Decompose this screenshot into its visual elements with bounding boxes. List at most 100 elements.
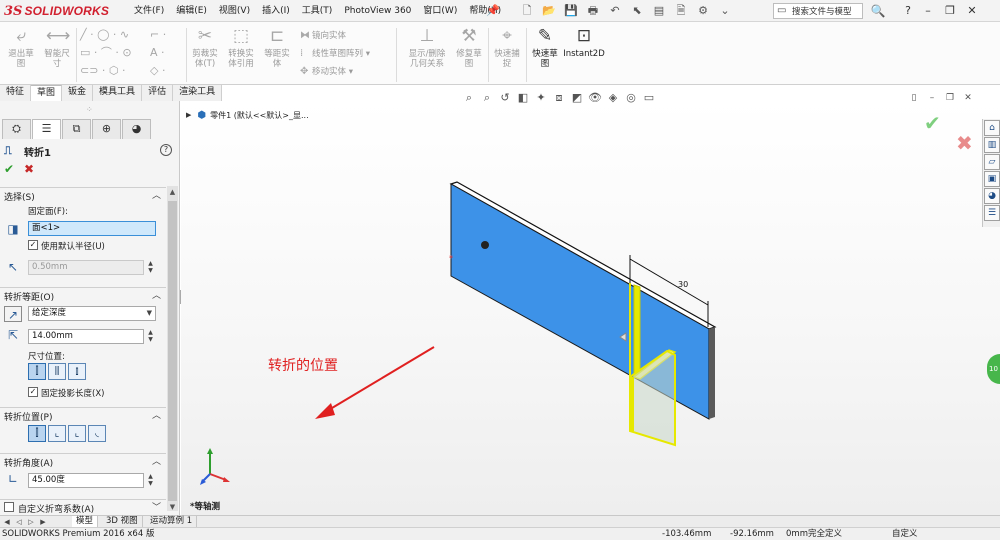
bend-outside-icon[interactable]: ◟: [88, 425, 106, 442]
zoom-to-area-icon[interactable]: ⌕: [478, 90, 496, 106]
menu-window[interactable]: 窗口(W): [417, 0, 463, 22]
search-box[interactable]: ▭ 搜索文件与模型: [773, 3, 863, 19]
offset-entities-button[interactable]: ⊏ 等距实 体: [260, 25, 294, 83]
section-jog-angle[interactable]: 转折角度(A) ︿: [0, 453, 166, 469]
menu-tools[interactable]: 工具(T): [296, 0, 339, 22]
previous-view-icon[interactable]: ↺: [496, 90, 514, 106]
dynamic-annotation-icon[interactable]: ✦: [532, 90, 550, 106]
scrollbar-thumb[interactable]: [168, 201, 177, 501]
pin-icon[interactable]: 📌: [486, 4, 500, 18]
custom-properties-icon[interactable]: ☰: [984, 205, 1000, 221]
chevron-up-icon[interactable]: ︿: [152, 188, 161, 201]
section-view-icon[interactable]: ◧: [514, 90, 532, 106]
viewport-close-icon[interactable]: ✕: [959, 92, 977, 104]
chevron-down-icon[interactable]: ﹀: [152, 500, 161, 513]
zoom-to-fit-icon[interactable]: ⌕: [460, 90, 478, 106]
chevron-up-icon[interactable]: ︿: [152, 288, 161, 301]
confirm-corner-cancel-icon[interactable]: ✖: [956, 131, 973, 155]
undo-icon[interactable]: ↶: [604, 3, 626, 19]
help-icon[interactable]: ?: [898, 3, 918, 19]
custom-bend-allowance-checkbox[interactable]: [4, 502, 14, 512]
reverse-direction-icon[interactable]: ↗: [4, 306, 22, 322]
convert-entities-button[interactable]: ⬚ 转换实 体引用: [224, 25, 258, 83]
menu-edit[interactable]: 编辑(E): [170, 0, 213, 22]
expand-arrow-icon[interactable]: ▶: [186, 111, 191, 119]
section-jog-offset[interactable]: 转折等距(O) ︿: [0, 287, 166, 303]
open-file-icon[interactable]: 📂: [538, 3, 560, 19]
instant2d-button[interactable]: ⊡ Instant2D: [562, 25, 606, 83]
options-gear-icon[interactable]: ⚙: [692, 3, 714, 19]
text-icon[interactable]: A ·: [150, 44, 186, 62]
configuration-manager-tab-icon[interactable]: ⧉: [62, 119, 91, 139]
model-canvas[interactable]: * 30: [181, 101, 1000, 515]
rectangle-icon[interactable]: ▭ · ⌒ · ⊙: [80, 44, 136, 62]
repair-sketch-button[interactable]: ⚒ 修复草 图: [452, 25, 486, 83]
jog-angle-field[interactable]: 45.00度: [28, 473, 144, 488]
section-jog-position[interactable]: 转折位置(P) ︿: [0, 407, 166, 423]
cancel-button[interactable]: ✖: [24, 162, 34, 176]
menu-file[interactable]: 文件(F): [128, 0, 170, 22]
apply-scene-icon[interactable]: ◎: [622, 90, 640, 106]
home-icon[interactable]: ⌂: [984, 120, 1000, 136]
viewport-split-icon[interactable]: ▯: [905, 92, 923, 104]
trim-entities-button[interactable]: ✂ 剪裁实 体(T): [188, 25, 222, 83]
radius-stepper[interactable]: ▲ ▼: [146, 260, 155, 275]
appearances-icon[interactable]: ◕: [984, 188, 1000, 204]
overall-dimension-icon[interactable]: ⫾: [68, 363, 86, 380]
display-style-icon[interactable]: ◩: [568, 90, 586, 106]
chevron-up-icon[interactable]: ︿: [152, 408, 161, 421]
material-outside-icon[interactable]: ⌞: [68, 425, 86, 442]
tab-sketch[interactable]: 草图: [31, 85, 63, 101]
restore-button[interactable]: ❐: [940, 2, 960, 20]
help-icon[interactable]: ?: [160, 144, 172, 156]
chevron-up-icon[interactable]: ︿: [152, 454, 161, 467]
ok-button[interactable]: ✔: [4, 162, 14, 176]
scroll-up-arrow-icon[interactable]: ▲: [167, 186, 178, 198]
line-icon[interactable]: ╱ · ◯ · ∿: [80, 26, 136, 44]
menu-insert[interactable]: 插入(I): [256, 0, 296, 22]
hide-show-icon[interactable]: 👁: [586, 90, 604, 106]
flyout-feature-tree[interactable]: ▶ ⬢ 零件1 (默认<<默认>_显...: [186, 109, 309, 121]
offset-distance-stepper[interactable]: ▲ ▼: [146, 329, 155, 344]
feature-manager-tab-icon[interactable]: ⛭: [2, 119, 31, 139]
close-button[interactable]: ✕: [962, 2, 982, 20]
dimension-value[interactable]: 30: [678, 280, 688, 289]
edit-appearance-icon[interactable]: ◈: [604, 90, 622, 106]
mirror-entities-button[interactable]: ⧓ 镜向实体: [300, 27, 390, 45]
minimize-button[interactable]: –: [918, 2, 938, 20]
move-entities-button[interactable]: ✥ 移动实体 ▾: [300, 63, 390, 81]
tab-features[interactable]: 特征: [0, 85, 32, 101]
fix-projected-length-checkbox[interactable]: ✓: [28, 387, 38, 397]
design-library-icon[interactable]: ▥: [984, 137, 1000, 153]
tab-sheet-metal[interactable]: 钣金: [62, 85, 94, 101]
outside-offset-icon[interactable]: ⫿: [28, 363, 46, 380]
tab-evaluate[interactable]: 评估: [142, 85, 174, 101]
section-selection[interactable]: 选择(S) ︿: [0, 187, 166, 203]
view-palette-icon[interactable]: ▣: [984, 171, 1000, 187]
print-icon[interactable]: 🖶: [582, 3, 604, 19]
search-icon[interactable]: 🔍: [866, 3, 890, 19]
panel-scrollbar[interactable]: [167, 186, 178, 511]
panel-grip-icon[interactable]: ⁘: [86, 105, 93, 114]
jog-angle-stepper[interactable]: ▲ ▼: [146, 473, 155, 488]
radius-field[interactable]: 0.50mm: [28, 260, 144, 275]
confirm-corner-ok-icon[interactable]: ✔: [924, 111, 941, 135]
plane-icon[interactable]: ◇ ·: [150, 62, 186, 80]
linear-pattern-button[interactable]: ⁞ 线性草图阵列 ▾: [300, 45, 390, 63]
rebuild-icon[interactable]: ▤: [648, 3, 670, 19]
save-icon[interactable]: 💾: [560, 3, 582, 19]
use-default-radius-checkbox[interactable]: ✓: [28, 240, 38, 250]
unit-system[interactable]: 自定义: [892, 528, 918, 540]
inside-offset-icon[interactable]: ⫼: [48, 363, 66, 380]
smart-dimension-button[interactable]: ⟷ 智能尺 寸: [40, 25, 74, 83]
graphics-area[interactable]: * 30: [181, 101, 1000, 515]
menu-photoview[interactable]: PhotoView 360: [338, 0, 417, 22]
property-manager-tab-icon[interactable]: ☰: [32, 119, 61, 139]
search-input[interactable]: 搜索文件与模型: [792, 5, 852, 17]
select-icon[interactable]: ⬉: [626, 3, 648, 19]
view-orientation-icon[interactable]: ⧈: [550, 90, 568, 106]
offset-distance-field[interactable]: 14.00mm: [28, 329, 144, 344]
display-relations-button[interactable]: ⊥ 显示/删除 几何关系: [404, 25, 450, 83]
customize-icon[interactable]: ⌄: [714, 3, 736, 19]
fixed-face-field[interactable]: 面<1>: [28, 221, 156, 236]
